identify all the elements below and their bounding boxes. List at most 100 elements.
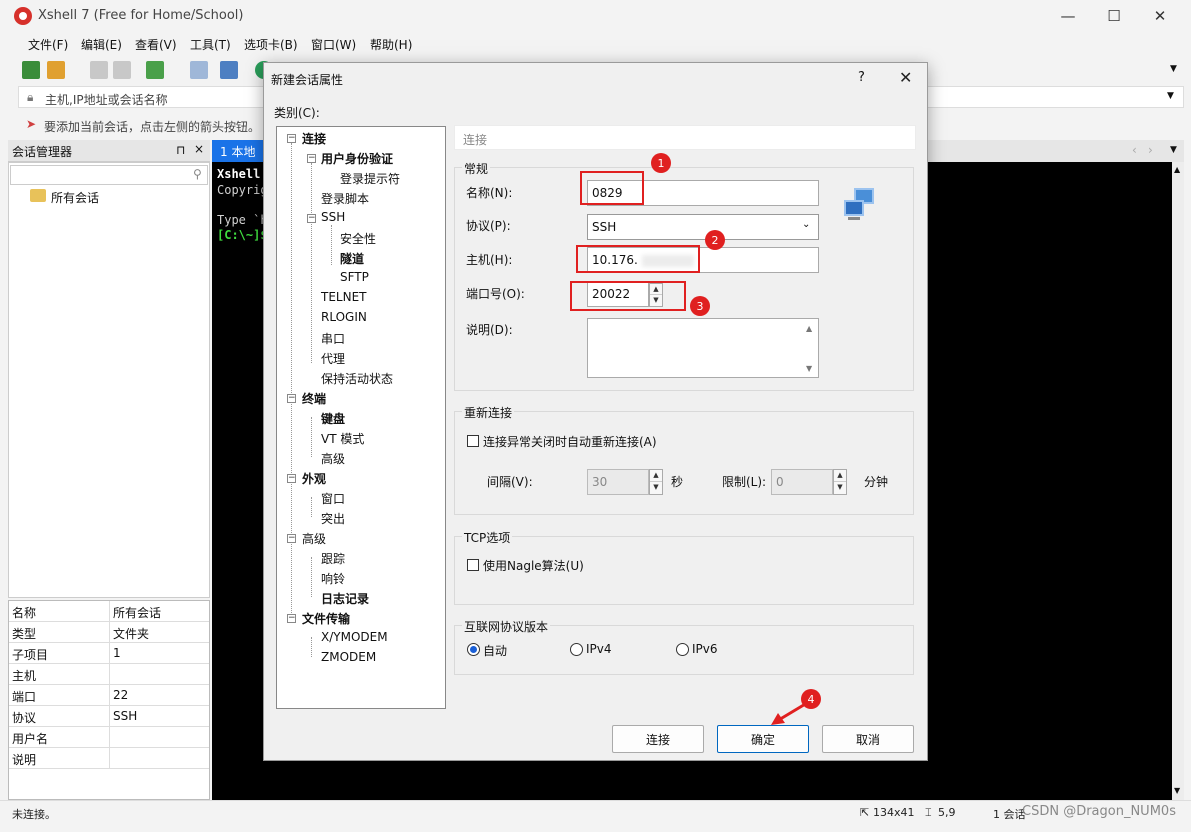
tree-item-connection[interactable]: 连接 [302, 130, 326, 147]
connect-button[interactable]: 连接 [612, 725, 704, 753]
menu-help[interactable]: 帮助(H) [370, 36, 412, 53]
collapse-icon[interactable]: − [307, 154, 316, 163]
tab-menu-icon[interactable]: ▼ [1170, 145, 1177, 155]
spin-down-icon[interactable]: ▼ [650, 482, 662, 494]
open-folder-icon[interactable] [47, 61, 65, 79]
tree-item-ssh[interactable]: SSH [321, 210, 345, 224]
tree-item-proxy[interactable]: 代理 [321, 350, 345, 367]
collapse-icon[interactable]: − [307, 214, 316, 223]
protocol-select[interactable]: SSH ⌄ [587, 214, 819, 240]
tree-item-terminal[interactable]: 终端 [302, 390, 326, 407]
tree-item-window[interactable]: 窗口 [321, 490, 345, 507]
new-session-icon[interactable] [22, 61, 40, 79]
interval-spinner[interactable]: ▲ ▼ [649, 469, 663, 495]
help-icon[interactable]: ? [858, 70, 865, 85]
connect-icon[interactable] [90, 61, 108, 79]
maximize-icon[interactable]: ☐ [1091, 0, 1137, 32]
scroll-up-icon[interactable]: ▲ [1174, 165, 1180, 174]
tree-item-security[interactable]: 安全性 [340, 230, 376, 247]
session-manager-title: 会话管理器 [12, 145, 73, 159]
tree-item-appearance[interactable]: 外观 [302, 470, 326, 487]
toolbar-overflow-icon[interactable]: ▼ [1170, 64, 1177, 74]
table-row: 说明 [9, 748, 209, 769]
ipv4-radio[interactable] [570, 643, 583, 656]
tab-scroll-left-icon[interactable]: ‹ [1132, 143, 1137, 157]
new-tab-icon[interactable] [146, 61, 164, 79]
collapse-icon[interactable]: − [287, 614, 296, 623]
panel-close-icon[interactable]: × [194, 142, 204, 156]
tree-item-vt-mode[interactable]: VT 模式 [321, 430, 364, 447]
tree-item-sftp[interactable]: SFTP [340, 270, 369, 284]
tree-item-file-transfer[interactable]: 文件传输 [302, 610, 350, 627]
port-label: 端口号(O): [466, 287, 525, 301]
scroll-down-icon[interactable]: ▼ [1174, 786, 1180, 795]
address-dropdown-icon[interactable]: ▼ [1167, 91, 1174, 101]
ip-auto-radio[interactable] [467, 643, 480, 656]
tree-item-user-auth[interactable]: 用户身份验证 [321, 150, 393, 167]
tree-item-rlogin[interactable]: RLOGIN [321, 310, 367, 324]
collapse-icon[interactable]: − [287, 534, 296, 543]
session-root-item[interactable]: 所有会话 [51, 189, 99, 206]
tree-item-logging[interactable]: 日志记录 [321, 590, 369, 607]
cancel-button[interactable]: 取消 [822, 725, 914, 753]
tree-item-trace[interactable]: 跟踪 [321, 550, 345, 567]
disconnect-icon[interactable] [113, 61, 131, 79]
spin-up-icon[interactable]: ▲ [650, 470, 662, 482]
spin-up-icon[interactable]: ▲ [834, 470, 846, 482]
category-tree: − 连接 − 用户身份验证 登录提示符 登录脚本 − SSH 安全性 隧道 SF… [276, 126, 446, 709]
address-input[interactable]: 主机,IP地址或会话名称 [45, 91, 168, 108]
terminal-line: Type `h [217, 213, 268, 227]
session-search-input[interactable]: ⚲ [10, 165, 208, 185]
menu-tabs[interactable]: 选项卡(B) [244, 36, 298, 53]
tree-item-keepalive[interactable]: 保持活动状态 [321, 370, 393, 387]
ip-auto-label: 自动 [483, 644, 508, 658]
description-textarea[interactable] [587, 318, 819, 378]
tree-item-keyboard[interactable]: 键盘 [321, 410, 345, 427]
resize-icon: ⇱ [860, 806, 870, 819]
interval-input[interactable]: 30 [587, 469, 649, 495]
ipv6-radio[interactable] [676, 643, 689, 656]
limit-unit: 分钟 [864, 475, 889, 489]
tree-item-bell[interactable]: 响铃 [321, 570, 345, 587]
nagle-label: 使用Nagle算法(U) [483, 559, 584, 573]
tree-item-advanced[interactable]: 高级 [302, 530, 326, 547]
annotation-box-2 [576, 245, 700, 273]
menu-tools[interactable]: 工具(T) [190, 36, 231, 53]
spin-down-icon[interactable]: ▼ [834, 482, 846, 494]
close-icon[interactable]: ✕ [1137, 0, 1183, 32]
collapse-icon[interactable]: − [287, 474, 296, 483]
tree-item-login-script[interactable]: 登录脚本 [321, 190, 369, 207]
menu-window[interactable]: 窗口(W) [311, 36, 356, 53]
tab-scroll-right-icon[interactable]: › [1148, 143, 1153, 157]
annotation-marker-2: 2 [705, 230, 725, 250]
tree-item-xymodem[interactable]: X/YMODEM [321, 630, 388, 644]
ok-button[interactable]: 确定 [717, 725, 809, 753]
xshell-logo-icon [14, 7, 32, 25]
collapse-icon[interactable]: − [287, 134, 296, 143]
auto-reconnect-checkbox[interactable] [467, 435, 479, 447]
tree-item-highlight[interactable]: 突出 [321, 510, 345, 527]
tree-item-zmodem[interactable]: ZMODEM [321, 650, 376, 664]
search-icon[interactable] [190, 61, 208, 79]
layout-icon[interactable] [220, 61, 238, 79]
menu-file[interactable]: 文件(F) [28, 36, 68, 53]
dialog-close-icon[interactable]: ✕ [899, 68, 912, 87]
tree-item-serial[interactable]: 串口 [321, 330, 345, 347]
network-computers-icon [844, 188, 876, 222]
menu-edit[interactable]: 编辑(E) [81, 36, 122, 53]
scroll-up-icon[interactable]: ▲ [806, 324, 812, 333]
scroll-down-icon[interactable]: ▼ [806, 364, 812, 373]
limit-spinner[interactable]: ▲ ▼ [833, 469, 847, 495]
tree-item-tunnel[interactable]: 隧道 [340, 250, 364, 267]
limit-input[interactable]: 0 [771, 469, 833, 495]
terminal-scrollbar[interactable]: ▲ ▼ [1172, 162, 1184, 800]
tree-item-login-prompt[interactable]: 登录提示符 [340, 170, 400, 187]
minimize-icon[interactable]: — [1045, 0, 1091, 32]
nagle-checkbox[interactable] [467, 559, 479, 571]
collapse-icon[interactable]: − [287, 394, 296, 403]
tree-item-telnet[interactable]: TELNET [321, 290, 367, 304]
pin-icon[interactable]: ⊓ [176, 143, 185, 157]
tree-item-terminal-advanced[interactable]: 高级 [321, 450, 345, 467]
bookmark-icon[interactable]: ➤ [26, 117, 36, 131]
menu-view[interactable]: 查看(V) [135, 36, 177, 53]
